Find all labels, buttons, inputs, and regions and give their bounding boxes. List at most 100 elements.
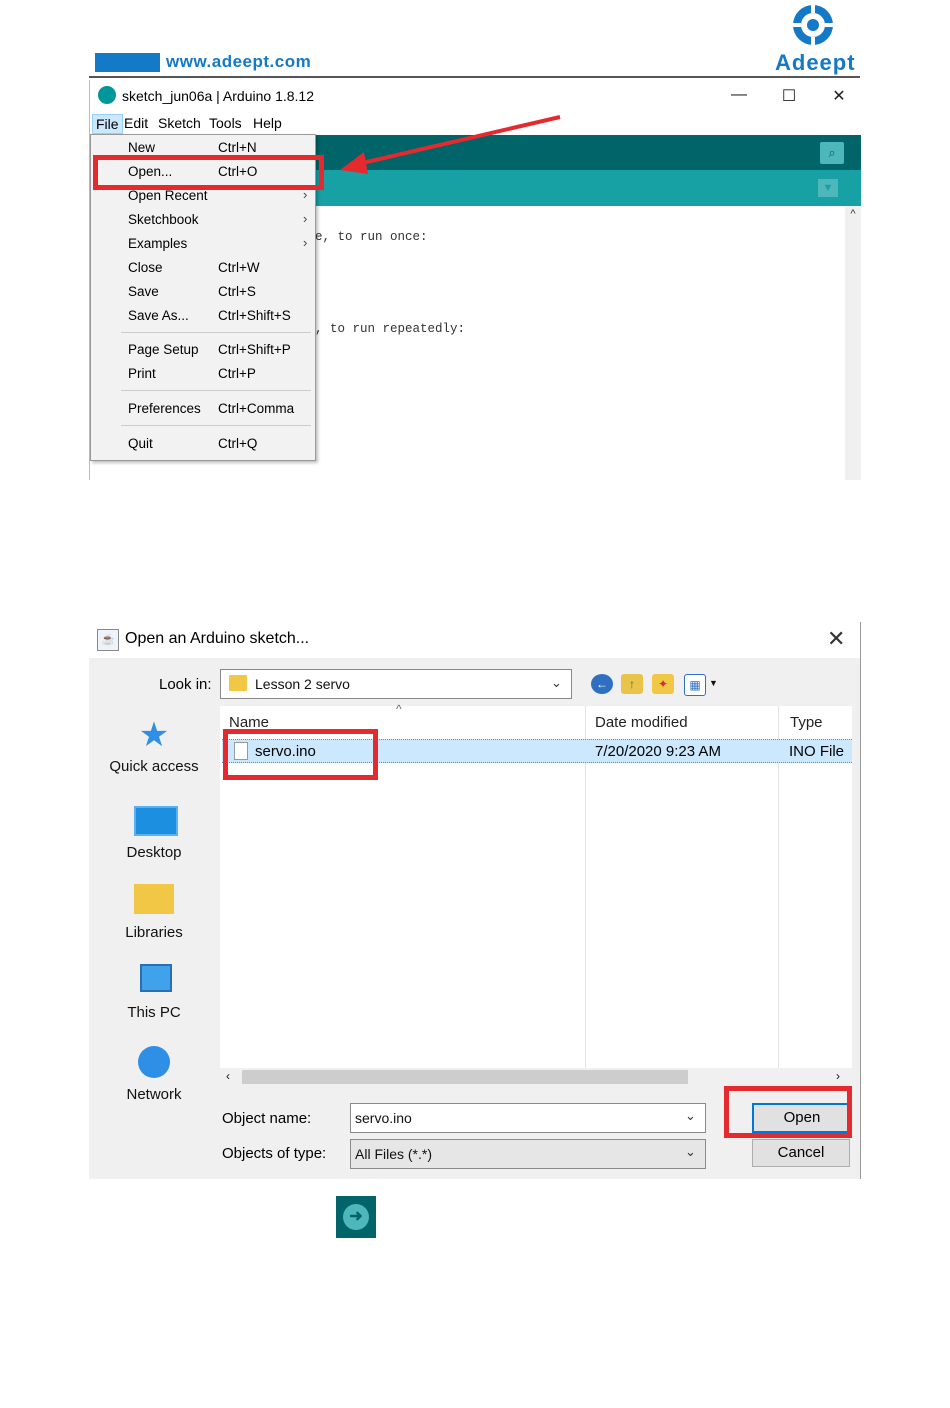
chevron-down-icon: ⌄: [685, 1108, 696, 1123]
menu-item-page-setup[interactable]: Page Setup Ctrl+Shift+P: [91, 339, 315, 361]
menu-tools[interactable]: Tools: [206, 114, 245, 132]
objects-of-type-value: All Files (*.*): [355, 1146, 433, 1162]
window-title: sketch_jun06a | Arduino 1.8.12: [122, 88, 315, 104]
desktop-icon: [134, 806, 178, 836]
back-icon[interactable]: ←: [591, 674, 613, 694]
menu-item-shortcut: Ctrl+W: [218, 260, 260, 275]
place-libraries[interactable]: Libraries: [95, 884, 213, 964]
menu-item-label: Examples: [128, 236, 188, 251]
look-in-label: Look in:: [159, 676, 212, 693]
dialog-title: Open an Arduino sketch...: [125, 630, 310, 647]
menu-item-shortcut: Ctrl+Shift+S: [218, 308, 291, 323]
objects-of-type-label: Objects of type:: [222, 1145, 327, 1162]
menu-item-label: Save As...: [128, 308, 189, 323]
place-this-pc[interactable]: This PC: [95, 964, 213, 1044]
file-type: INO File: [789, 743, 845, 760]
star-icon: ★: [138, 716, 170, 754]
header-color-bar: [95, 53, 160, 72]
menu-item-print[interactable]: Print Ctrl+P: [91, 363, 315, 385]
menu-item-label: Preferences: [128, 401, 201, 416]
menu-file[interactable]: File: [92, 114, 123, 134]
menu-item-shortcut: Ctrl+Q: [218, 436, 258, 451]
place-network[interactable]: Network: [95, 1046, 213, 1126]
chevron-down-icon: ⌄: [551, 675, 562, 690]
objects-of-type-select[interactable]: All Files (*.*) ⌄: [350, 1139, 706, 1169]
menu-item-shortcut: Ctrl+P: [218, 366, 256, 381]
menu-item-label: Sketchbook: [128, 212, 199, 227]
network-globe-icon: [138, 1046, 170, 1078]
computer-icon: [140, 964, 172, 992]
menu-edit[interactable]: Edit: [121, 114, 151, 132]
menu-item-label: Page Setup: [128, 342, 199, 357]
code-editor[interactable]: e, to run once: , to run repeatedly:: [315, 206, 845, 480]
menu-separator: [121, 425, 311, 426]
java-app-icon: ☕: [97, 629, 119, 651]
object-name-field[interactable]: servo.ino ⌄: [350, 1103, 706, 1133]
scrollbar-thumb[interactable]: [242, 1070, 688, 1084]
column-header-date[interactable]: Date modified: [595, 714, 688, 731]
new-folder-icon[interactable]: ✦: [652, 674, 674, 694]
place-label: This PC: [127, 1004, 181, 1021]
upload-button[interactable]: ➜: [336, 1196, 376, 1238]
place-label: Network: [126, 1086, 182, 1103]
submenu-arrow-icon: ›: [303, 235, 308, 250]
menu-separator: [121, 390, 311, 391]
menu-item-shortcut: Ctrl+N: [218, 140, 257, 155]
code-line: , to run repeatedly:: [315, 322, 466, 336]
dialog-close-button[interactable]: ✕: [827, 626, 845, 652]
menu-item-preferences[interactable]: Preferences Ctrl+Comma: [91, 398, 315, 420]
column-header-type[interactable]: Type: [790, 714, 823, 731]
look-in-combobox[interactable]: Lesson 2 servo ⌄: [220, 669, 572, 699]
place-quick-access[interactable]: ★ Quick access: [95, 718, 213, 798]
object-name-label: Object name:: [222, 1110, 312, 1127]
menu-sketch[interactable]: Sketch: [155, 114, 204, 132]
menu-item-examples[interactable]: Examples ›: [91, 233, 315, 255]
file-date: 7/20/2020 9:23 AM: [595, 743, 721, 760]
maximize-button[interactable]: ☐: [774, 86, 804, 106]
menu-item-save-as[interactable]: Save As... Ctrl+Shift+S: [91, 305, 315, 327]
look-in-value: Lesson 2 servo: [255, 676, 350, 692]
menu-item-quit[interactable]: Quit Ctrl+Q: [91, 433, 315, 455]
close-button[interactable]: ✕: [824, 86, 854, 106]
object-name-value: servo.ino: [355, 1110, 412, 1126]
menu-separator: [121, 332, 311, 333]
header-divider: [89, 76, 860, 78]
up-folder-icon[interactable]: ↑: [621, 674, 643, 694]
adeept-logo-icon: [793, 5, 833, 45]
menu-item-shortcut: Ctrl+S: [218, 284, 256, 299]
menu-item-label: Quit: [128, 436, 153, 451]
menu-item-sketchbook[interactable]: Sketchbook ›: [91, 209, 315, 231]
tab-menu-icon[interactable]: ▼: [818, 179, 838, 197]
menu-item-label: Close: [128, 260, 163, 275]
highlight-open-menu-item: [93, 155, 324, 190]
highlight-open-button: [724, 1086, 852, 1138]
place-label: Desktop: [126, 844, 182, 861]
view-menu-icon[interactable]: ▦: [684, 674, 706, 696]
scroll-left-icon[interactable]: ‹: [226, 1069, 230, 1083]
menu-item-label: Save: [128, 284, 159, 299]
title-bar: sketch_jun06a | Arduino 1.8.12 — ☐ ✕: [90, 80, 861, 112]
website-url: www.adeept.com: [166, 52, 312, 71]
dialog-title-bar: ☕ Open an Arduino sketch... ✕: [89, 622, 860, 658]
menu-item-label: New: [128, 140, 156, 155]
code-line: e, to run once:: [315, 230, 428, 244]
scroll-right-icon[interactable]: ›: [836, 1069, 840, 1083]
menu-help[interactable]: Help: [250, 114, 285, 132]
minimize-button[interactable]: —: [724, 86, 754, 106]
scroll-up-icon[interactable]: ^: [845, 208, 861, 220]
arrow-right-icon: ➜: [343, 1204, 369, 1230]
place-desktop[interactable]: Desktop: [95, 804, 213, 884]
view-dropdown-chevron-icon[interactable]: ▼: [709, 678, 718, 688]
places-bar: ★ Quick access Desktop Libraries This PC…: [95, 706, 213, 1106]
serial-monitor-icon[interactable]: ⌕: [820, 142, 844, 164]
sort-up-icon: ^: [396, 702, 402, 716]
brand-name: Adeept: [775, 50, 856, 75]
chevron-down-icon: ⌄: [685, 1144, 696, 1159]
arduino-app-icon: [98, 86, 116, 104]
highlight-file-item: [223, 729, 378, 780]
menu-item-save[interactable]: Save Ctrl+S: [91, 281, 315, 303]
editor-scrollbar[interactable]: ^: [845, 206, 861, 480]
menu-item-close[interactable]: Close Ctrl+W: [91, 257, 315, 279]
cancel-button[interactable]: Cancel: [752, 1139, 850, 1167]
horizontal-scrollbar[interactable]: ‹ ›: [220, 1068, 852, 1086]
